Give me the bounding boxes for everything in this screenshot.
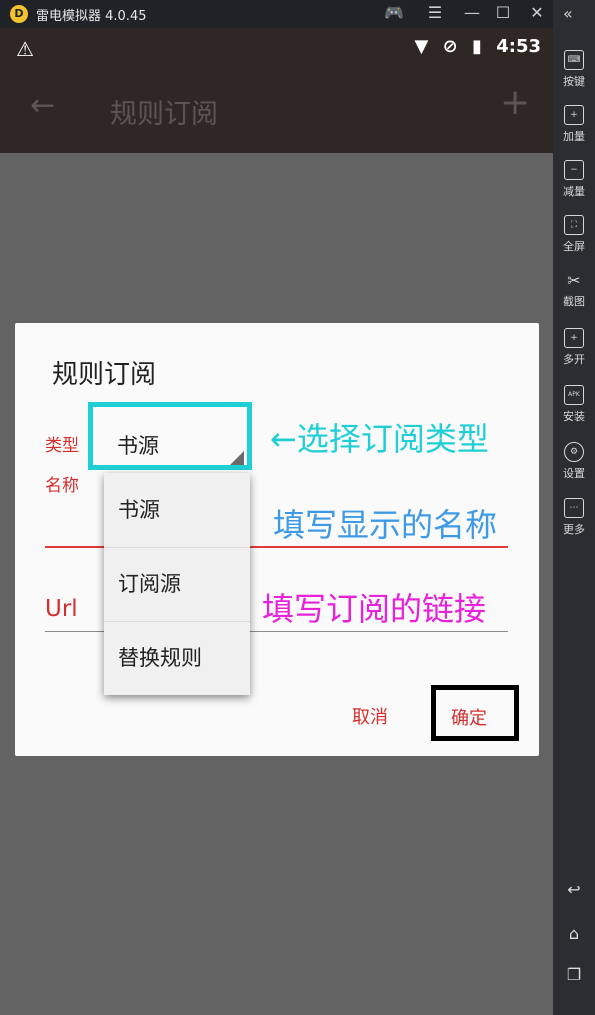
wifi-icon: ▼ [414,36,429,57]
sidebar-item-volume-up[interactable]: + 加量 [553,105,595,144]
emulator-sidebar: « ⌨ 按键 + 加量 − 减量 ⛶ 全屏 ✂ 截图 + 多开 APK 安装 ⚙… [553,0,595,1015]
apk-icon: APK [564,385,584,405]
gamepad-icon[interactable]: 🎮 [383,3,405,22]
type-highlight-box [88,402,252,470]
dropdown-option-subscription-source[interactable]: 订阅源 [104,547,250,621]
sidebar-item-volume-down[interactable]: − 减量 [553,160,595,199]
recents-nav-icon[interactable]: ❐ [553,965,595,984]
back-nav-icon[interactable]: ↩ [553,880,595,899]
status-bar: ⚠ ▼ ⊘ ▮ 4:53 [0,28,553,68]
multi-instance-icon: + [564,328,584,348]
more-icon: ⋯ [564,498,584,518]
home-nav-icon[interactable]: ⌂ [553,924,595,943]
warning-icon: ⚠ [16,37,34,61]
collapse-icon[interactable]: « [563,4,573,23]
sidebar-item-keys[interactable]: ⌨ 按键 [553,50,595,89]
maximize-icon[interactable]: ☐ [492,3,514,22]
volume-up-icon: + [564,105,584,125]
sidebar-item-screenshot[interactable]: ✂ 截图 [553,272,595,309]
fullscreen-icon: ⛶ [564,215,584,235]
emulator-logo-icon: D [10,5,28,23]
add-icon[interactable]: + [500,82,530,123]
dialog-title: 规则订阅 [52,360,157,390]
cancel-button[interactable]: 取消 [352,703,388,729]
annotation-fill-name: 填写显示的名称 [273,506,498,544]
sidebar-item-multi[interactable]: + 多开 [553,328,595,367]
scissors-icon: ✂ [567,271,581,290]
toolbar-title: 规则订阅 [110,99,218,130]
status-icons: ▼ ⊘ ▮ 4:53 [407,36,541,57]
sidebar-item-settings[interactable]: ⚙ 设置 [553,442,595,481]
annotation-select-type: ←选择订阅类型 [270,420,489,458]
sidebar-item-install[interactable]: APK 安装 [553,385,595,424]
url-field[interactable]: Url [45,596,78,622]
minimize-icon[interactable]: — [461,3,483,22]
volume-down-icon: − [564,160,584,180]
sidebar-item-fullscreen[interactable]: ⛶ 全屏 [553,215,595,254]
emulator-title-bar: D 雷电模拟器 4.0.45 🎮 ☰ — ☐ ✕ [0,0,553,28]
close-icon[interactable]: ✕ [526,3,548,22]
type-label: 类型 [45,436,79,456]
android-screen: ⚠ ▼ ⊘ ▮ 4:53 ← 规则订阅 + 规则订阅 类型 名称 Url 书源 … [0,28,553,1015]
emulator-title: 雷电模拟器 4.0.45 [36,9,147,24]
keyboard-icon: ⌨ [564,50,584,70]
type-dropdown-menu: 书源 订阅源 替换规则 [104,473,250,695]
dropdown-option-replace-rule[interactable]: 替换规则 [104,621,250,695]
status-time: 4:53 [496,36,541,57]
battery-icon: ▮ [472,36,482,57]
menu-icon[interactable]: ☰ [424,3,446,22]
gear-icon: ⚙ [564,442,584,462]
back-arrow-icon[interactable]: ← [30,88,55,123]
no-sim-icon: ⊘ [442,36,458,57]
sidebar-item-more[interactable]: ⋯ 更多 [553,498,595,537]
annotation-fill-link: 填写订阅的链接 [262,590,487,628]
app-toolbar: ← 规则订阅 + [0,68,553,153]
confirm-button[interactable]: 确定 [451,704,487,730]
name-label: 名称 [45,476,79,496]
dropdown-option-book-source[interactable]: 书源 [104,473,250,547]
